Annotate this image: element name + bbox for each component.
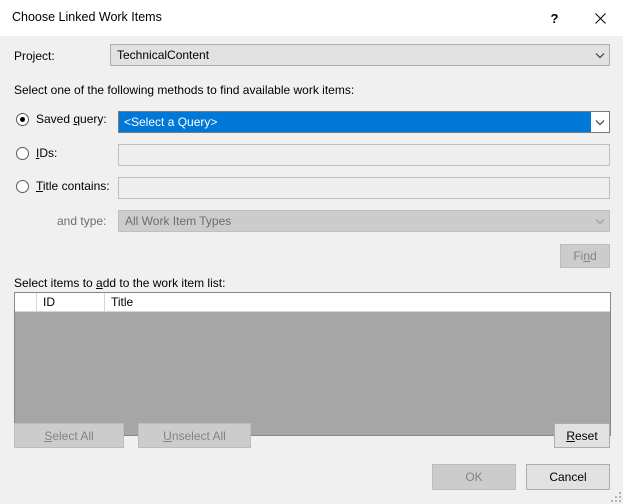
list-caption: Select items to add to the work item lis… — [14, 276, 226, 290]
ids-input-wrapper[interactable] — [118, 144, 610, 166]
radio-saved-query-indicator — [16, 112, 29, 126]
unselect-all-button[interactable]: Unselect All — [138, 423, 251, 448]
column-header-checkbox[interactable] — [15, 293, 37, 311]
find-button-label: Find — [573, 249, 597, 263]
chevron-down-icon — [591, 52, 609, 59]
close-button[interactable] — [578, 0, 623, 36]
find-button[interactable]: Find — [560, 244, 610, 268]
reset-button-label: Reset — [566, 428, 598, 443]
window-title: Choose Linked Work Items — [12, 10, 162, 24]
radio-title-contains-indicator — [16, 179, 29, 193]
work-item-type-combobox[interactable]: All Work Item Types — [118, 210, 610, 232]
ids-input[interactable] — [119, 145, 609, 165]
title-bar: Choose Linked Work Items ? — [0, 0, 623, 36]
ok-button[interactable]: OK — [432, 464, 516, 490]
unselect-all-button-label: Unselect All — [163, 428, 226, 443]
chevron-down-icon — [591, 119, 609, 126]
select-all-button[interactable]: Select All — [14, 423, 124, 448]
reset-button[interactable]: Reset — [554, 423, 610, 448]
radio-title-contains-label: Title contains: — [36, 179, 110, 193]
radio-saved-query[interactable]: Saved query: — [16, 112, 107, 126]
select-all-button-label: Select All — [44, 428, 94, 443]
project-combobox-value: TechnicalContent — [117, 48, 210, 62]
radio-ids-indicator — [16, 146, 29, 160]
list-header-row: ID Title — [15, 293, 610, 312]
column-header-title[interactable]: Title — [105, 293, 610, 311]
radio-title-contains[interactable]: Title contains: — [16, 179, 110, 193]
close-icon — [595, 12, 606, 24]
radio-ids[interactable]: IDs: — [16, 146, 57, 160]
radio-ids-label: IDs: — [36, 146, 58, 160]
project-combobox[interactable]: TechnicalContent — [110, 44, 610, 66]
project-label: Project: — [14, 49, 55, 63]
question-mark-icon: ? — [550, 10, 559, 26]
title-contains-input[interactable] — [119, 178, 609, 198]
chevron-down-icon — [591, 218, 609, 225]
help-button[interactable]: ? — [532, 0, 577, 36]
resize-grip[interactable] — [609, 490, 621, 502]
dialog-body: Project: TechnicalContent Select one of … — [0, 36, 623, 504]
list-body[interactable] — [15, 312, 610, 435]
work-item-type-combobox-value: All Work Item Types — [125, 214, 232, 228]
title-contains-input-wrapper[interactable] — [118, 177, 610, 199]
instruction-text: Select one of the following methods to f… — [14, 83, 355, 97]
ok-button-label: OK — [465, 470, 483, 484]
and-type-label: and type: — [57, 214, 107, 228]
saved-query-combobox-value: <Select a Query> — [119, 112, 591, 132]
cancel-button[interactable]: Cancel — [526, 464, 610, 490]
cancel-button-label: Cancel — [549, 470, 587, 484]
column-header-id[interactable]: ID — [37, 293, 105, 311]
work-items-list[interactable]: ID Title — [14, 292, 611, 436]
radio-saved-query-label: Saved query: — [36, 112, 107, 126]
saved-query-combobox[interactable]: <Select a Query> — [118, 111, 610, 133]
